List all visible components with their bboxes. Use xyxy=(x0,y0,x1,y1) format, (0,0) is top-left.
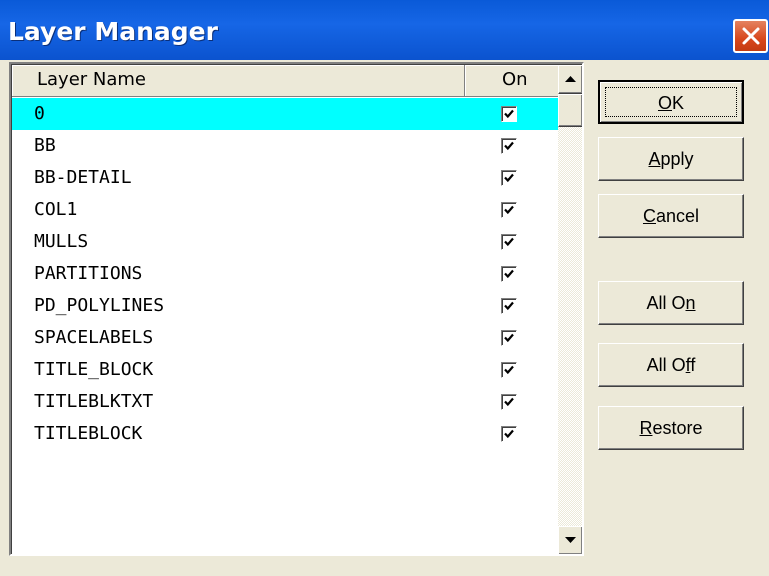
layer-name: SPACELABELS xyxy=(34,327,154,348)
layer-list[interactable]: Layer Name On 0 BB BB-DETAIL COL1 MULLS PARTI… xyxy=(9,62,584,556)
layer-row[interactable]: TITLEBLOCK xyxy=(12,418,558,450)
all-on-button[interactable]: All On xyxy=(598,281,744,325)
layer-name: PARTITIONS xyxy=(34,263,143,284)
layer-row[interactable]: TITLE_BLOCK xyxy=(12,354,558,386)
checkmark-icon xyxy=(504,205,514,215)
title-bar[interactable]: Layer Manager xyxy=(0,0,769,60)
checkmark-icon xyxy=(504,269,514,279)
layer-on-checkbox[interactable] xyxy=(501,170,517,186)
layer-name: BB-DETAIL xyxy=(34,167,132,188)
layer-name: MULLS xyxy=(34,231,89,252)
layer-on-checkbox[interactable] xyxy=(501,394,517,410)
checkmark-icon xyxy=(504,397,514,407)
restore-button[interactable]: Restore xyxy=(598,406,744,450)
layer-name: TITLE_BLOCK xyxy=(34,359,154,380)
layer-row[interactable]: BB-DETAIL xyxy=(12,162,558,194)
checkmark-icon xyxy=(504,333,514,343)
layer-name: PD_POLYLINES xyxy=(34,295,165,316)
checkmark-icon xyxy=(504,301,514,311)
layer-row[interactable]: MULLS xyxy=(12,226,558,258)
arrow-down-icon xyxy=(565,537,576,543)
layer-on-checkbox[interactable] xyxy=(501,330,517,346)
layer-on-checkbox[interactable] xyxy=(501,426,517,442)
close-icon xyxy=(742,27,760,45)
layer-on-checkbox[interactable] xyxy=(501,298,517,314)
layer-on-checkbox[interactable] xyxy=(501,106,517,122)
column-header-on[interactable]: On xyxy=(465,65,559,97)
layer-name: COL1 xyxy=(34,199,78,220)
layer-on-checkbox[interactable] xyxy=(501,138,517,154)
close-button[interactable] xyxy=(733,19,768,53)
scroll-thumb[interactable] xyxy=(558,94,582,127)
scroll-up-button[interactable] xyxy=(558,65,582,94)
apply-button[interactable]: Apply xyxy=(598,137,744,181)
layer-row[interactable]: PARTITIONS xyxy=(12,258,558,290)
checkmark-icon xyxy=(504,109,514,119)
ok-button[interactable]: OK xyxy=(598,80,744,124)
layer-on-checkbox[interactable] xyxy=(501,234,517,250)
layer-manager-dialog: Layer Manager Layer Name On 0 BB BB-DETAIL… xyxy=(0,0,769,576)
layer-row[interactable]: COL1 xyxy=(12,194,558,226)
layer-name: BB xyxy=(34,135,56,156)
layer-row[interactable]: SPACELABELS xyxy=(12,322,558,354)
arrow-up-icon xyxy=(565,76,576,82)
scroll-down-button[interactable] xyxy=(558,526,582,554)
layer-on-checkbox[interactable] xyxy=(501,202,517,218)
layer-name: TITLEBLOCK xyxy=(34,423,143,444)
layer-name: TITLEBLKTXT xyxy=(34,391,154,412)
checkmark-icon xyxy=(504,429,514,439)
layer-row[interactable]: TITLEBLKTXT xyxy=(12,386,558,418)
window-title: Layer Manager xyxy=(8,17,218,46)
checkmark-icon xyxy=(504,237,514,247)
vertical-scrollbar[interactable] xyxy=(558,65,582,554)
cancel-button[interactable]: Cancel xyxy=(598,194,744,238)
layer-name: 0 xyxy=(34,103,45,124)
layer-on-checkbox[interactable] xyxy=(501,362,517,378)
checkmark-icon xyxy=(504,173,514,183)
layer-row[interactable]: 0 xyxy=(12,98,558,130)
layer-row[interactable]: BB xyxy=(12,130,558,162)
column-header-layer-name[interactable]: Layer Name xyxy=(12,65,465,97)
checkmark-icon xyxy=(504,141,514,151)
layer-row[interactable]: PD_POLYLINES xyxy=(12,290,558,322)
layer-on-checkbox[interactable] xyxy=(501,266,517,282)
all-off-button[interactable]: All Off xyxy=(598,343,744,387)
checkmark-icon xyxy=(504,365,514,375)
